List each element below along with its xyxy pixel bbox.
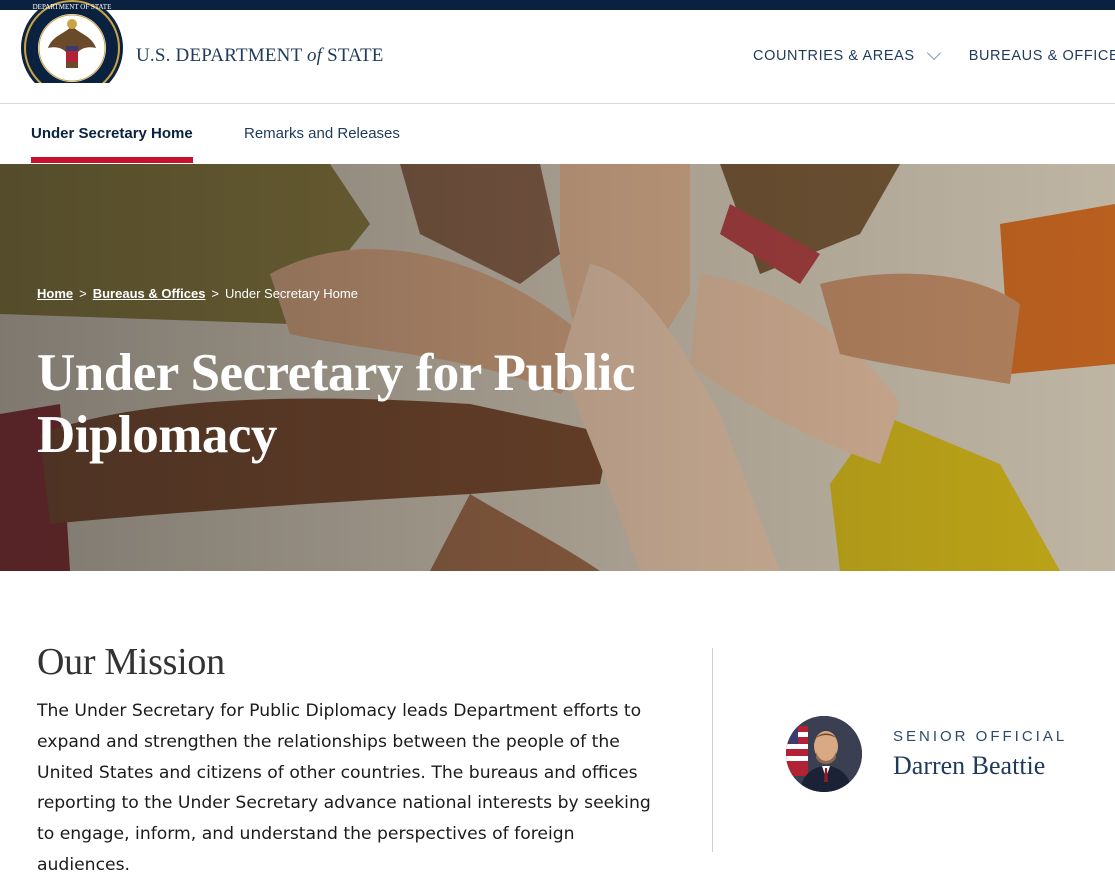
nav-countries-areas[interactable]: COUNTRIES & AREAS (753, 45, 941, 64)
breadcrumb-current: Under Secretary Home (225, 286, 358, 301)
brand-text: U.S. DEPARTMENT (136, 45, 307, 66)
official-role: SENIOR OFFICIAL (893, 728, 1068, 745)
breadcrumb-separator: > (79, 286, 87, 301)
brand-of-text: of (306, 45, 323, 66)
top-accent-bar (0, 0, 1115, 10)
tab-under-secretary-home[interactable]: Under Secretary Home (31, 125, 193, 163)
page-title: Under Secretary for Public Diplomacy (37, 344, 635, 464)
mission-heading: Our Mission (37, 641, 225, 683)
section-subnav: Under Secretary Home Remarks and Release… (0, 104, 1115, 164)
brand-end-text: STATE (322, 45, 384, 66)
svg-text:DEPARTMENT OF STATE: DEPARTMENT OF STATE (33, 3, 112, 11)
site-header: DEPARTMENT OF STATE UNITED STATES OF AME… (0, 0, 1115, 104)
breadcrumb-bureaus-link[interactable]: Bureaus & Offices (93, 286, 206, 301)
nav-countries-areas-label: COUNTRIES & AREAS (753, 48, 915, 64)
section-divider (712, 648, 713, 852)
breadcrumb-separator: > (211, 286, 220, 301)
nav-bureaus-offices[interactable]: BUREAUS & OFFICES (969, 48, 1115, 64)
mission-body: The Under Secretary for Public Diplomacy… (37, 701, 651, 874)
senior-official-card[interactable]: SENIOR OFFICIAL Darren Beattie (786, 716, 1106, 796)
avatar[interactable] (786, 716, 862, 792)
site-brand-name[interactable]: U.S. DEPARTMENT of STATE (136, 45, 384, 67)
hero-banner: Home > Bureaus & Offices > Under Secreta… (0, 164, 1115, 571)
official-name[interactable]: Darren Beattie (893, 751, 1045, 781)
breadcrumb-home-link[interactable]: Home (37, 286, 73, 301)
tab-remarks-and-releases[interactable]: Remarks and Releases (244, 125, 400, 142)
main-navigation: COUNTRIES & AREAS BUREAUS & OFFICES (753, 45, 1115, 64)
chevron-down-icon[interactable] (926, 45, 941, 61)
department-seal-logo[interactable]: DEPARTMENT OF STATE UNITED STATES OF AME… (20, 0, 124, 83)
breadcrumb: Home > Bureaus & Offices > Under Secreta… (37, 286, 358, 301)
mission-section: Our Mission The Under Secretary for Publ… (37, 640, 657, 874)
nav-bureaus-offices-label: BUREAUS & OFFICES (968, 48, 1115, 64)
